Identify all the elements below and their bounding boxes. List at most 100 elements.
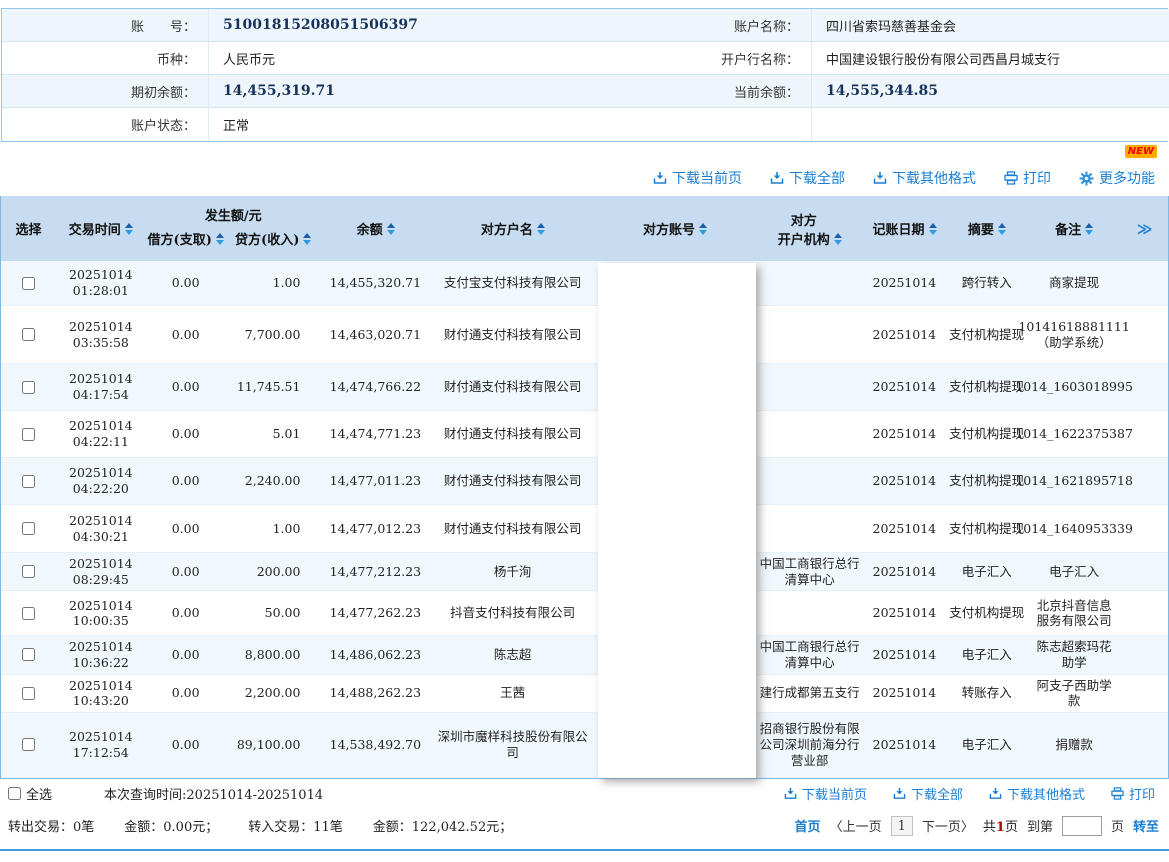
table-row: 2025101404:22:20 0.00 2,240.00 14,477,01… xyxy=(1,458,1168,505)
next-page-link[interactable]: 下一页〉 xyxy=(922,816,974,835)
counterparty-bank-cell xyxy=(755,364,865,410)
sort-icon[interactable] xyxy=(303,233,311,245)
sort-icon[interactable] xyxy=(834,233,842,245)
balance-cell: 14,477,012.23 xyxy=(320,505,430,552)
sort-icon[interactable] xyxy=(125,223,133,235)
transaction-time-cell: 2025101404:22:20 xyxy=(56,458,146,504)
row-checkbox[interactable] xyxy=(22,565,35,578)
account-name-label: 账户名称： xyxy=(586,9,811,42)
row-checkbox[interactable] xyxy=(22,522,35,535)
balance-cell: 14,474,766.22 xyxy=(320,364,430,410)
table-row: 2025101404:22:11 0.00 5.01 14,474,771.23… xyxy=(1,411,1168,458)
current-balance-label: 当前余额： xyxy=(586,75,811,108)
remark-cell: 10141618881111（助学系统） xyxy=(1029,306,1119,363)
sort-icon[interactable] xyxy=(699,223,707,235)
post-date-cell: 20251014 xyxy=(865,553,945,590)
counterparty-name-cell: 深圳市魔样科技股份有限公司 xyxy=(430,713,595,777)
row-checkbox[interactable] xyxy=(22,328,35,341)
download-all-button[interactable]: 下载全部 xyxy=(770,168,845,188)
remark-cell: 阿支子西助学款 xyxy=(1029,675,1119,712)
row-more-cell xyxy=(1119,591,1168,635)
download-current-page-button[interactable]: 下载当前页 xyxy=(653,168,742,188)
download-other-format-button[interactable]: 下载其他格式 xyxy=(989,784,1085,803)
row-select-cell xyxy=(1,591,56,635)
table-row: 2025101404:30:21 0.00 1.00 14,477,012.23… xyxy=(1,505,1168,553)
currency-value: 人民币元 xyxy=(208,42,586,75)
empty-cell xyxy=(811,108,1169,141)
sort-icon[interactable] xyxy=(537,223,545,235)
download-icon xyxy=(893,787,906,800)
sort-icon[interactable] xyxy=(929,223,937,235)
first-page-link[interactable]: 首页 xyxy=(795,816,821,835)
row-checkbox[interactable] xyxy=(22,277,35,290)
goto-page-button[interactable]: 转至 xyxy=(1133,816,1159,835)
post-date-cell: 20251014 xyxy=(865,713,945,777)
row-more-cell xyxy=(1119,364,1168,410)
column-header-counterparty-account[interactable]: 对方账号 xyxy=(595,196,755,261)
select-all-checkbox[interactable] xyxy=(8,787,21,800)
debit-cell: 0.00 xyxy=(146,675,226,712)
account-number-value: 51001815208051506397 xyxy=(208,9,586,42)
column-header-remark[interactable]: 备注 xyxy=(1029,196,1119,261)
row-checkbox[interactable] xyxy=(22,687,35,700)
row-checkbox[interactable] xyxy=(22,738,35,751)
summary-cell: 电子汇入 xyxy=(944,636,1029,673)
download-icon xyxy=(989,787,1002,800)
transaction-time-cell: 2025101410:36:22 xyxy=(56,636,146,673)
transaction-time-cell: 2025101401:28:01 xyxy=(56,261,146,305)
column-header-transaction-time[interactable]: 交易时间 xyxy=(56,196,146,261)
credit-cell: 2,240.00 xyxy=(226,458,321,504)
sort-icon[interactable] xyxy=(1085,223,1093,235)
row-select-cell xyxy=(1,636,56,673)
row-checkbox[interactable] xyxy=(22,648,35,661)
more-features-button[interactable]: 更多功能 xyxy=(1079,168,1155,188)
row-select-cell xyxy=(1,553,56,590)
account-name-value: 四川省索玛慈善基金会 xyxy=(811,9,1169,42)
column-header-post-date[interactable]: 记账日期 xyxy=(865,196,945,261)
row-checkbox[interactable] xyxy=(22,428,35,441)
column-header-counterparty-bank[interactable]: 对方开户机构 xyxy=(755,196,865,261)
download-other-format-button[interactable]: 下载其他格式 xyxy=(873,168,976,188)
counterparty-bank-cell xyxy=(755,591,865,635)
goto-page-input[interactable] xyxy=(1062,816,1102,836)
gear-icon xyxy=(1079,171,1094,186)
column-header-counterparty-name[interactable]: 对方户名 xyxy=(430,196,595,261)
query-time-text: 本次查询时间:20251014-20251014 xyxy=(104,784,323,803)
debit-cell: 0.00 xyxy=(146,713,226,777)
column-header-summary[interactable]: 摘要 xyxy=(944,196,1029,261)
remark-cell: 北京抖音信息服务有限公司 xyxy=(1029,591,1119,635)
expand-columns-icon[interactable]: ≫ xyxy=(1119,196,1168,261)
post-date-cell: 20251014 xyxy=(864,505,944,552)
row-select-cell xyxy=(1,458,56,504)
balance-cell: 14,538,492.70 xyxy=(320,713,430,777)
counterparty-bank-cell xyxy=(755,411,865,457)
table-row: 2025101408:29:45 0.00 200.00 14,477,212.… xyxy=(1,553,1168,591)
download-current-page-button[interactable]: 下载当前页 xyxy=(784,784,867,803)
row-checkbox[interactable] xyxy=(22,381,35,394)
amount-group-label: 发生额/元 xyxy=(205,205,262,224)
sort-icon[interactable] xyxy=(387,223,395,235)
previous-page-link[interactable]: 〈上一页 xyxy=(830,816,882,835)
column-header-debit[interactable]: 借方(支取) xyxy=(146,229,226,248)
current-balance-value: 14,555,344.85 xyxy=(811,75,1169,108)
column-header-balance[interactable]: 余额 xyxy=(321,196,431,261)
summary-cell: 电子汇入 xyxy=(944,713,1029,777)
row-checkbox[interactable] xyxy=(22,475,35,488)
post-date-cell: 20251014 xyxy=(865,261,945,305)
credit-cell: 50.00 xyxy=(226,591,321,635)
credit-cell: 7,700.00 xyxy=(226,306,321,363)
row-select-cell xyxy=(1,675,56,712)
column-header-credit[interactable]: 贷方(收入) xyxy=(226,229,321,248)
download-icon xyxy=(770,171,784,185)
remark-cell: 陈志超索玛花助学 xyxy=(1029,636,1119,673)
download-all-button[interactable]: 下载全部 xyxy=(893,784,963,803)
print-button[interactable]: 打印 xyxy=(1111,784,1155,803)
debit-cell: 0.00 xyxy=(146,458,226,504)
print-button[interactable]: 打印 xyxy=(1004,168,1051,188)
row-checkbox[interactable] xyxy=(22,607,35,620)
column-header-select: 选择 xyxy=(1,196,56,261)
sort-icon[interactable] xyxy=(216,233,224,245)
balance-cell: 14,477,011.23 xyxy=(320,458,430,504)
debit-cell: 0.00 xyxy=(146,591,226,635)
sort-icon[interactable] xyxy=(998,223,1006,235)
